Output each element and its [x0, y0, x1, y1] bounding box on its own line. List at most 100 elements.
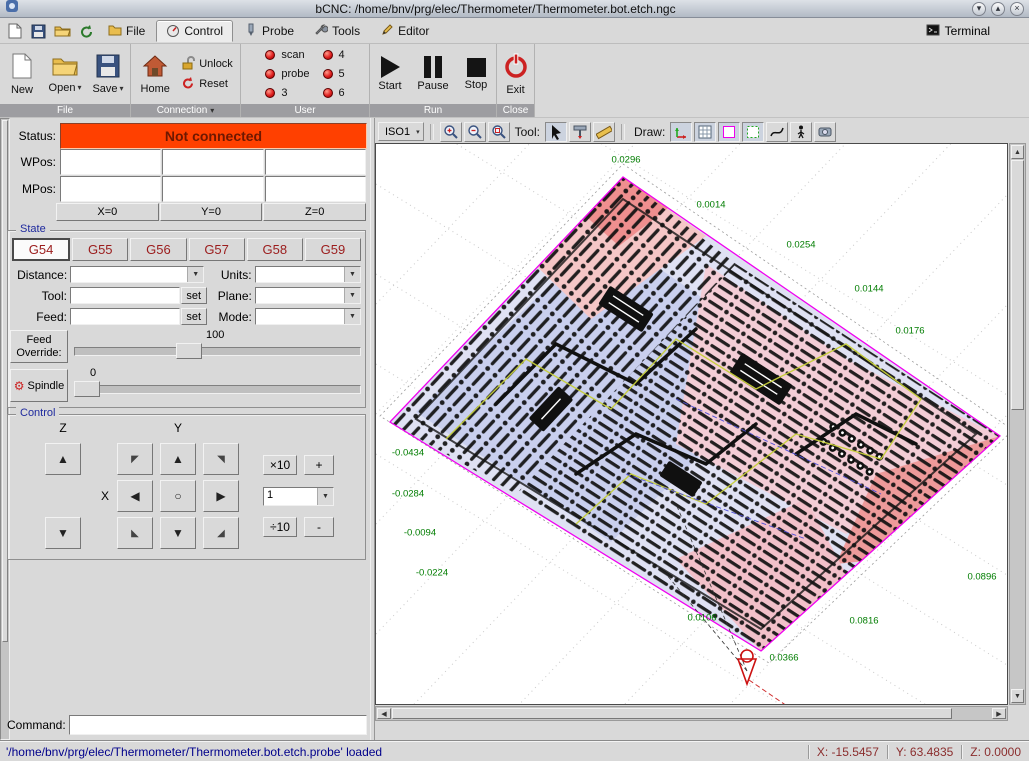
- feed-set-button[interactable]: set: [181, 308, 207, 325]
- jog-up-button[interactable]: ▲: [160, 443, 196, 475]
- axes-toggle-icon[interactable]: [670, 122, 692, 142]
- open-button[interactable]: Open▾: [45, 46, 85, 102]
- slider-handle[interactable]: [74, 381, 100, 397]
- slider-handle[interactable]: [176, 343, 202, 359]
- zoom-out-icon[interactable]: [464, 122, 486, 142]
- ruler-tool-icon[interactable]: [593, 122, 615, 142]
- jog-up-right-button[interactable]: ◥: [203, 443, 239, 475]
- new-button[interactable]: New: [2, 46, 42, 102]
- jog-down-button[interactable]: ▼: [160, 517, 196, 549]
- window-shade-button[interactable]: ▾: [972, 2, 986, 16]
- wcs-g57-button[interactable]: G57: [189, 238, 245, 261]
- step-select[interactable]: 1 ▼: [263, 487, 334, 506]
- gcode-canvas[interactable]: 0.02960.00140.02540.01440.0176-0.0434-0.…: [375, 143, 1008, 705]
- user-button-probe[interactable]: probe: [260, 65, 314, 83]
- jog-z-down-button[interactable]: ▼: [45, 517, 81, 549]
- tool-set-button[interactable]: set: [181, 287, 207, 304]
- step-mul10-button[interactable]: ×10: [263, 455, 297, 475]
- slider-groove[interactable]: [74, 347, 361, 356]
- user-button-5[interactable]: 5: [318, 65, 350, 83]
- tool-input[interactable]: [70, 287, 180, 304]
- jog-origin-button[interactable]: ○: [160, 480, 196, 512]
- command-input[interactable]: [69, 715, 367, 735]
- new-file-icon[interactable]: [3, 21, 25, 42]
- gantry-tool-icon[interactable]: [569, 122, 591, 142]
- jog-up-left-button[interactable]: ◤: [117, 443, 153, 475]
- tab-editor[interactable]: Editor: [371, 20, 438, 42]
- units-select[interactable]: ▼: [255, 266, 361, 283]
- pause-button[interactable]: Pause: [413, 46, 453, 102]
- workarea-toggle-icon[interactable]: [742, 122, 764, 142]
- camera-toggle-icon[interactable]: [814, 122, 836, 142]
- distance-select[interactable]: ▼: [70, 266, 204, 283]
- chevron-down-icon[interactable]: ▼: [317, 488, 333, 505]
- chevron-down-icon[interactable]: ▼: [344, 309, 360, 324]
- reload-icon[interactable]: [75, 21, 97, 42]
- canvas-horizontal-scrollbar[interactable]: ◀ ▶: [375, 706, 1008, 721]
- window-close-button[interactable]: ×: [1010, 2, 1024, 16]
- tab-probe[interactable]: Probe: [235, 20, 303, 42]
- zero-x-button[interactable]: X=0: [56, 203, 159, 221]
- unlock-button[interactable]: Unlock: [178, 55, 236, 74]
- wcs-g54-button[interactable]: G54: [12, 238, 70, 261]
- jog-down-right-button[interactable]: ◢: [203, 517, 239, 549]
- view-select[interactable]: ISO1 ▾: [378, 122, 424, 141]
- scrollbar-thumb[interactable]: [392, 708, 952, 719]
- user-button-4[interactable]: 4: [318, 46, 350, 64]
- user-button-6[interactable]: 6: [318, 84, 350, 102]
- paths-toggle-icon[interactable]: [766, 122, 788, 142]
- wcs-g59-button[interactable]: G59: [305, 238, 361, 261]
- feed-input[interactable]: [70, 308, 180, 325]
- chevron-down-icon[interactable]: ▼: [344, 288, 360, 303]
- wcs-g58-button[interactable]: G58: [247, 238, 303, 261]
- user-button-3[interactable]: 3: [260, 84, 314, 102]
- start-button[interactable]: Start: [370, 46, 410, 102]
- tab-tools[interactable]: Tools: [305, 20, 369, 42]
- open-folder-icon[interactable]: [51, 21, 73, 42]
- reset-button[interactable]: Reset: [178, 75, 236, 94]
- mode-select[interactable]: ▼: [255, 308, 361, 325]
- save-button[interactable]: Save▾: [88, 46, 128, 102]
- home-button[interactable]: Home: [135, 46, 175, 102]
- scroll-down-icon[interactable]: ▼: [1011, 689, 1024, 703]
- spindle-button[interactable]: ⚙ Spindle: [10, 369, 68, 402]
- jog-right-button[interactable]: ▶: [203, 480, 239, 512]
- chevron-down-icon[interactable]: ▼: [344, 267, 360, 282]
- scroll-up-icon[interactable]: ▲: [1011, 145, 1024, 159]
- scroll-left-icon[interactable]: ◀: [377, 708, 391, 719]
- user-button-scan[interactable]: scan: [260, 46, 314, 64]
- zoom-fit-icon[interactable]: [488, 122, 510, 142]
- probe-toggle-icon[interactable]: [790, 122, 812, 142]
- tab-terminal[interactable]: Terminal: [920, 22, 996, 41]
- step-div10-button[interactable]: ÷10: [263, 517, 297, 537]
- chevron-down-icon[interactable]: ▼: [187, 267, 203, 282]
- jog-z-up-button[interactable]: ▲: [45, 443, 81, 475]
- slider-groove[interactable]: [74, 385, 361, 394]
- grid-toggle-icon[interactable]: [694, 122, 716, 142]
- pointer-tool-icon[interactable]: [545, 122, 567, 142]
- tab-file[interactable]: File: [99, 20, 154, 42]
- spindle-slider[interactable]: 0: [74, 367, 361, 403]
- feed-override-slider[interactable]: 100: [74, 329, 361, 365]
- step-minus-button[interactable]: -: [304, 517, 334, 537]
- exit-button[interactable]: Exit: [500, 46, 532, 102]
- stop-button[interactable]: Stop: [456, 46, 496, 102]
- wcs-g56-button[interactable]: G56: [130, 238, 186, 261]
- jog-left-button[interactable]: ◀: [117, 480, 153, 512]
- window-maximize-button[interactable]: ▴: [991, 2, 1005, 16]
- zoom-in-icon[interactable]: [440, 122, 462, 142]
- canvas-vertical-scrollbar[interactable]: ▲ ▼: [1009, 143, 1026, 705]
- zero-z-button[interactable]: Z=0: [263, 203, 366, 221]
- save-file-icon[interactable]: [27, 21, 49, 42]
- margin-toggle-icon[interactable]: [718, 122, 740, 142]
- plane-select[interactable]: ▼: [255, 287, 361, 304]
- feed-override-button[interactable]: Feed Override:: [10, 330, 68, 363]
- jog-down-left-button[interactable]: ◣: [117, 517, 153, 549]
- scrollbar-thumb[interactable]: [1011, 160, 1024, 410]
- scroll-right-icon[interactable]: ▶: [992, 708, 1006, 719]
- tab-control[interactable]: Control: [156, 20, 233, 42]
- wcs-g55-button[interactable]: G55: [72, 238, 128, 261]
- toolbar-separator: [621, 124, 625, 140]
- zero-y-button[interactable]: Y=0: [160, 203, 263, 221]
- step-plus-button[interactable]: +: [304, 455, 334, 475]
